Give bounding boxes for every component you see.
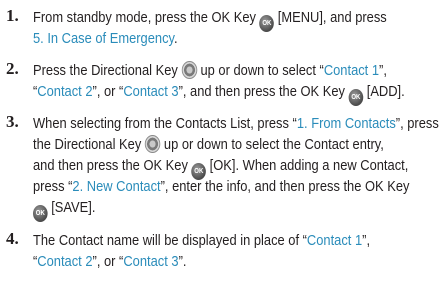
- step-number: 1.: [6, 6, 19, 25]
- text-run: ”, or “: [92, 253, 124, 270]
- text-run: From standby mode, press the OK Key: [33, 9, 260, 26]
- text-run: [MENU], and press: [274, 9, 387, 26]
- text-run: Press the Directional Key: [33, 62, 182, 79]
- highlighted-term: 5. In Case of Emergency: [33, 30, 175, 47]
- instruction-list: 1. From standby mode, press the OK Key O…: [0, 0, 443, 304]
- text-run: up or down to select the Contact entry,: [160, 136, 384, 153]
- highlighted-term: 2. New Contact: [72, 178, 161, 195]
- text-line: Press the Directional Key up or down to …: [33, 60, 437, 81]
- text-line: When selecting from the Contacts List, p…: [33, 113, 439, 134]
- step-4: 4. The Contact name will be displayed in…: [6, 229, 441, 275]
- step-number: 2.: [6, 59, 19, 78]
- text-line: “Contact 2”, or “Contact 3”.: [33, 251, 437, 272]
- text-line: From standby mode, press the OK Key OK […: [33, 7, 437, 32]
- text-line: the Directional Key up or down to select…: [33, 134, 437, 155]
- text-line: 5. In Case of Emergency.: [33, 28, 437, 49]
- text-run: .: [174, 30, 178, 47]
- highlighted-term: Contact 2: [37, 253, 93, 270]
- text-run: When selecting from the Contacts List, p…: [33, 115, 297, 132]
- step-text: From standby mode, press the OK Key OK […: [33, 7, 437, 49]
- ok-key-icon: OK: [33, 205, 48, 222]
- step-3: 3. When selecting from the Contacts List…: [6, 112, 441, 222]
- highlighted-term: Contact 3: [123, 253, 179, 270]
- highlighted-term: Contact 1: [306, 232, 363, 249]
- step-1: 1. From standby mode, press the OK Key O…: [6, 6, 441, 52]
- text-line: and then press the OK Key OK [OK]. When …: [33, 155, 437, 180]
- text-run: ”, enter the info, and then press the OK…: [160, 178, 410, 195]
- text-run: up or down to select “: [196, 62, 324, 79]
- highlighted-term: Contact 3: [123, 83, 179, 100]
- step-text: Press the Directional Key up or down to …: [33, 60, 437, 106]
- text-run: [SAVE].: [47, 199, 96, 216]
- text-run: [OK]. When adding a new Contact,: [206, 157, 409, 174]
- highlighted-term: Contact 1: [323, 62, 380, 79]
- step-number: 3.: [6, 112, 19, 131]
- directional-key-icon: [144, 135, 161, 153]
- highlighted-term: 1. From Contacts: [296, 115, 396, 132]
- text-run: ”,: [379, 62, 387, 79]
- text-run: ”,: [362, 232, 371, 249]
- text-line: “Contact 2”, or “Contact 3”, and then pr…: [33, 81, 437, 106]
- text-run: the Directional Key: [33, 136, 145, 153]
- text-line: The Contact name will be displayed in pl…: [33, 230, 437, 251]
- step-2: 2. Press the Directional Key up or down …: [6, 59, 441, 106]
- text-run: press “: [33, 178, 73, 195]
- text-run: ”, press: [395, 115, 439, 132]
- text-run: The Contact name will be displayed in pl…: [33, 232, 307, 249]
- step-text: When selecting from the Contacts List, p…: [33, 113, 439, 222]
- text-line: press “2. New Contact”, enter the info, …: [33, 176, 437, 197]
- text-run: [ADD].: [363, 83, 405, 100]
- text-line: OK [SAVE].: [33, 197, 437, 222]
- text-run: and then press the OK Key: [33, 157, 192, 174]
- directional-key-icon: [181, 61, 197, 79]
- step-number: 4.: [6, 229, 19, 248]
- text-run: ”, or “: [92, 83, 124, 100]
- text-run: ”.: [178, 253, 187, 270]
- step-text: The Contact name will be displayed in pl…: [33, 230, 437, 272]
- ok-key-icon: OK: [348, 89, 364, 106]
- highlighted-term: Contact 2: [37, 83, 93, 100]
- text-run: ”, and then press the OK Key: [178, 83, 349, 100]
